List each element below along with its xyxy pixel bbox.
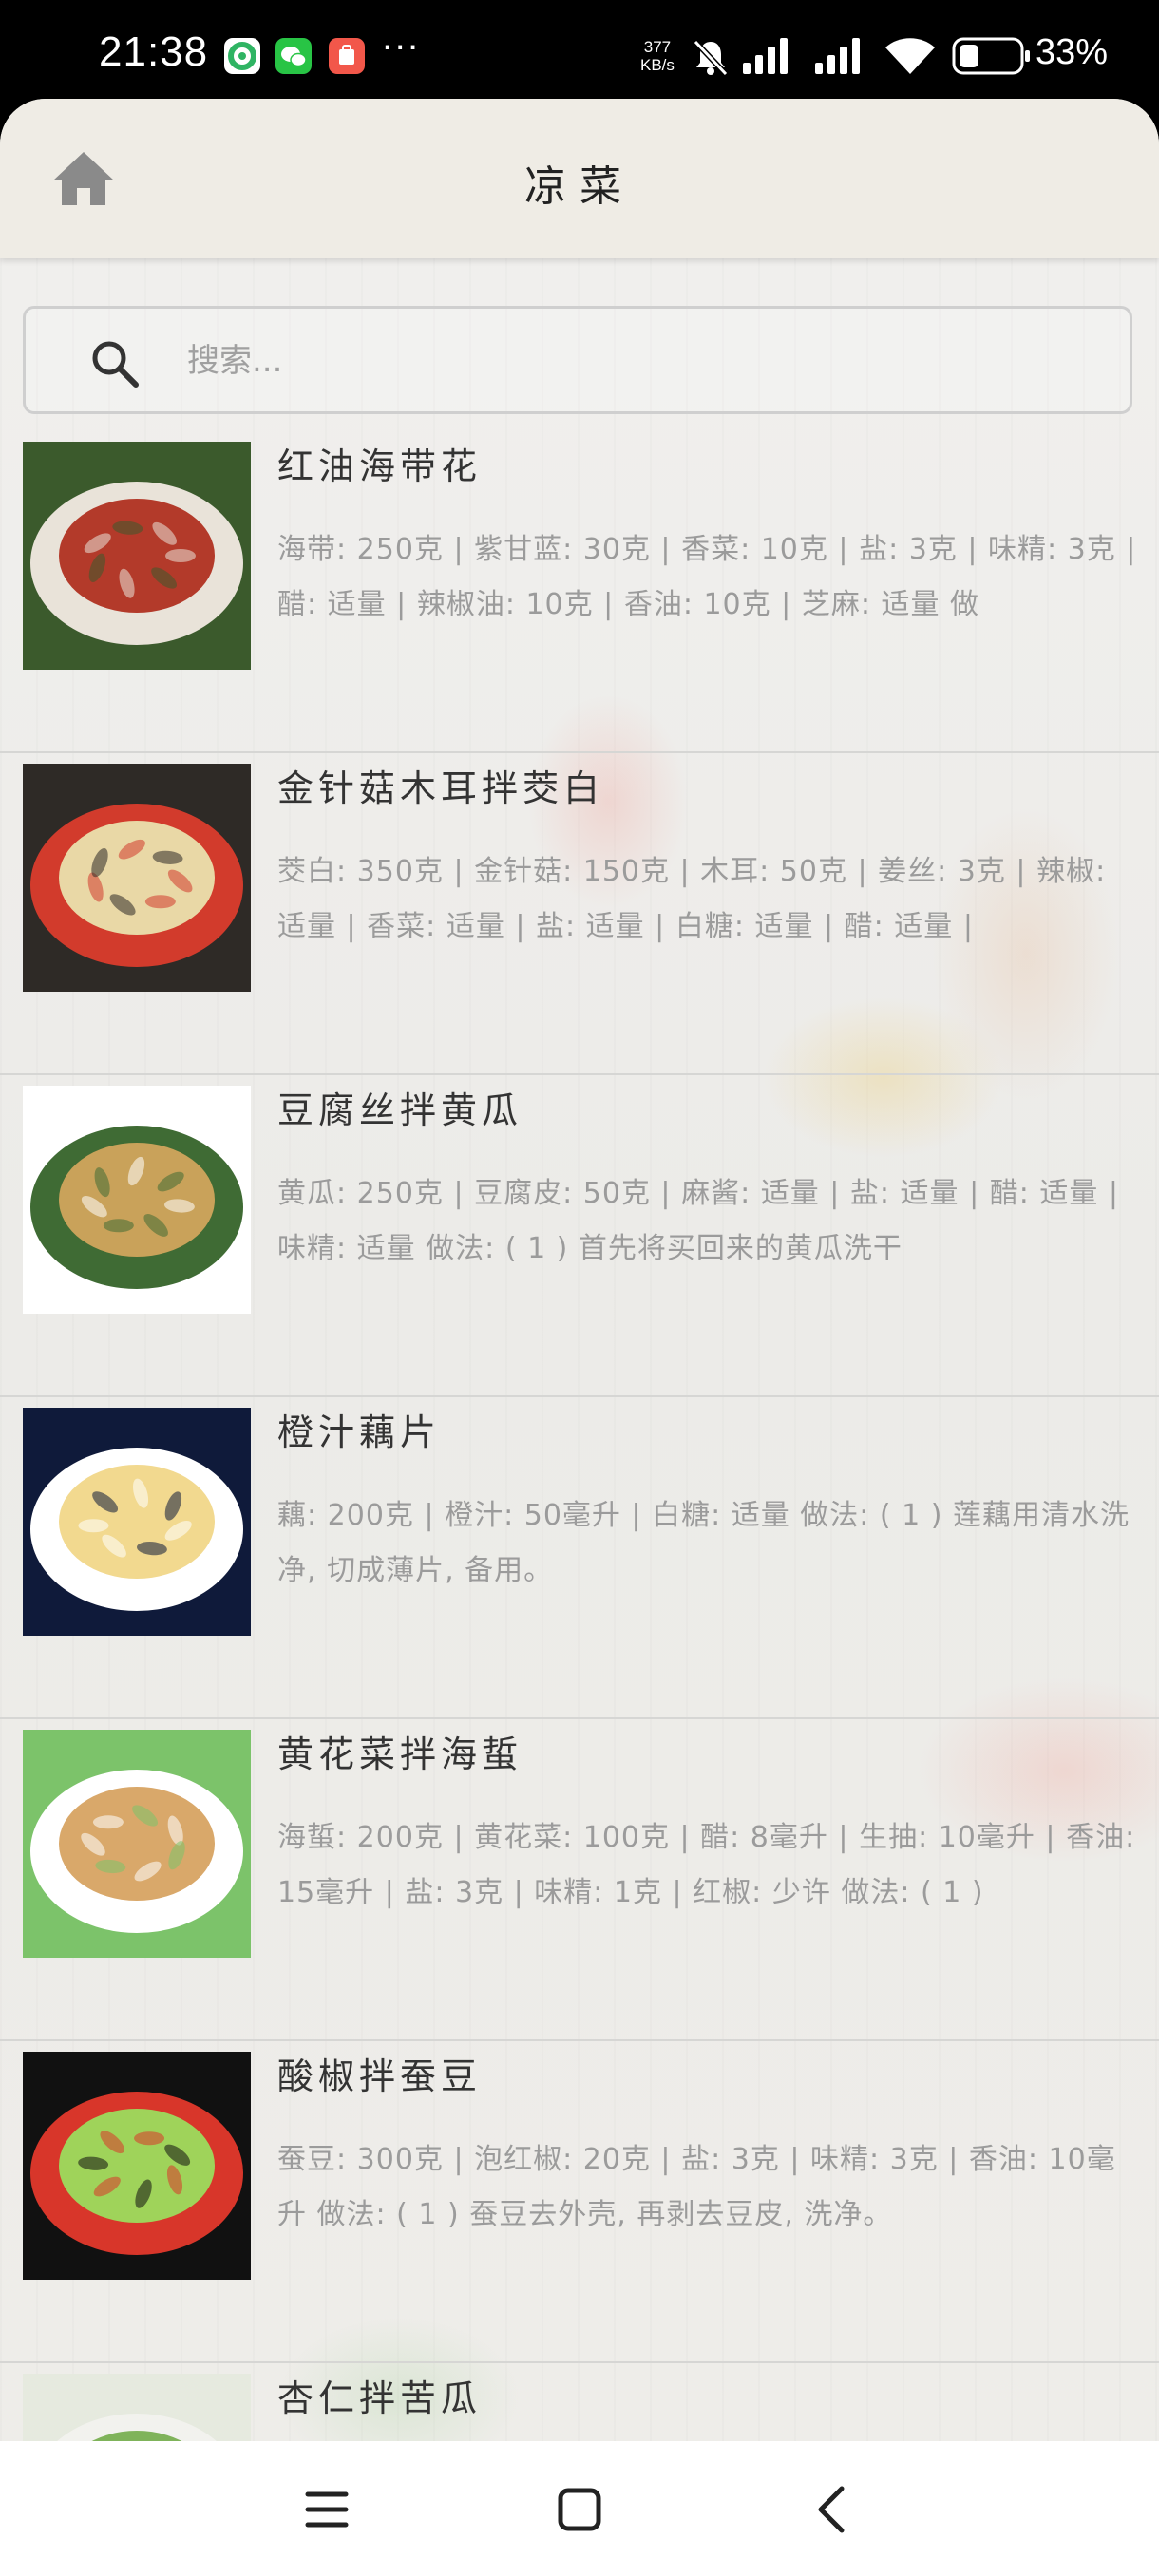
signal-1-icon [741, 36, 794, 80]
recipe-description: 茭白: 350克 | 金针菇: 150克 | 木耳: 50克 | 姜丝: 3克 … [277, 855, 1107, 943]
recipe-name: 黄花菜拌海蜇 [277, 1733, 523, 1775]
more-notifications: ··· [382, 28, 421, 67]
search-icon [92, 341, 139, 388]
recent-apps-button[interactable] [293, 2475, 361, 2544]
status-time: 21:38 [99, 28, 209, 75]
recipe-item[interactable]: 黄花菜拌海蜇海蜇: 200克 | 黄花菜: 100克 | 醋: 8毫升 | 生抽… [0, 1719, 1159, 2041]
recipe-thumbnail[interactable] [23, 442, 251, 670]
dish-image [23, 1730, 251, 1958]
home-nav-button[interactable] [545, 2475, 614, 2544]
app-header: 凉菜 [0, 99, 1159, 258]
recipe-thumbnail[interactable] [23, 2052, 251, 2280]
wechat-icon [276, 38, 312, 74]
recipe-item[interactable]: 金针菇木耳拌茭白茭白: 350克 | 金针菇: 150克 | 木耳: 50克 |… [0, 753, 1159, 1075]
dish-image [23, 2052, 251, 2280]
recipe-item[interactable]: 红油海带花海带: 250克 | 紫甘蓝: 30克 | 香菜: 10克 | 盐: … [0, 431, 1159, 753]
app-content: 凉菜 红油海带花海带: 250克 | 紫甘蓝: 30克 | 香菜: 10克 | … [0, 99, 1159, 2441]
mute-bell-icon [690, 36, 732, 82]
recipe-thumbnail[interactable] [23, 2374, 251, 2441]
app-red-icon [329, 38, 365, 74]
recipe-name: 杏仁拌苦瓜 [277, 2377, 483, 2419]
search-input[interactable] [185, 328, 1101, 394]
search-box[interactable] [23, 306, 1132, 414]
dish-image [23, 442, 251, 670]
page-title: 凉菜 [524, 162, 635, 211]
signal-2-icon [813, 36, 866, 80]
recipe-item[interactable]: 豆腐丝拌黄瓜黄瓜: 250克 | 豆腐皮: 50克 | 麻酱: 适量 | 盐: … [0, 1075, 1159, 1397]
back-icon [818, 2486, 845, 2533]
dish-image [23, 1408, 251, 1636]
recipe-name: 橙汁藕片 [277, 1411, 442, 1453]
recipe-item[interactable]: 橙汁藕片藕: 200克 | 橙汁: 50毫升 | 白糖: 适量 做法: ( 1 … [0, 1397, 1159, 1719]
dish-image [23, 764, 251, 992]
battery-percent: 33% [1036, 32, 1109, 72]
app-green-swirl-icon [224, 38, 260, 74]
menu-icon [305, 2491, 349, 2528]
network-speed: 377 KB/s [640, 38, 674, 74]
navigation-bar [0, 2441, 1159, 2576]
nav-home-icon [558, 2488, 601, 2531]
recipe-name: 红油海带花 [277, 445, 483, 487]
recipe-name: 酸椒拌蚕豆 [277, 2055, 483, 2097]
recipe-description: 黄瓜: 250克 | 豆腐皮: 50克 | 麻酱: 适量 | 盐: 适量 | 醋… [277, 1177, 1120, 1265]
recipe-item[interactable]: 杏仁拌苦瓜 [0, 2363, 1159, 2441]
phone-screen: 21:38 ··· 377 KB/s 33% 凉菜 搜索... 红油海带花 海带… [0, 0, 1159, 2576]
recipe-description: 海蜇: 200克 | 黄花菜: 100克 | 醋: 8毫升 | 生抽: 10毫升… [277, 1821, 1136, 1909]
recipe-description: 海带: 250克 | 紫甘蓝: 30克 | 香菜: 10克 | 盐: 3克 | … [277, 533, 1137, 621]
recipe-name: 豆腐丝拌黄瓜 [277, 1089, 523, 1131]
recipe-thumbnail[interactable] [23, 1408, 251, 1636]
recipe-item[interactable]: 酸椒拌蚕豆蚕豆: 300克 | 泡红椒: 20克 | 盐: 3克 | 味精: 3… [0, 2041, 1159, 2363]
back-button[interactable] [798, 2475, 866, 2544]
status-bar: 21:38 ··· 377 KB/s 33% [0, 0, 1159, 103]
dish-image [23, 2374, 251, 2441]
battery-icon [952, 36, 1032, 80]
recipe-name: 金针菇木耳拌茭白 [277, 767, 605, 809]
recipe-list: 红油海带花海带: 250克 | 紫甘蓝: 30克 | 香菜: 10克 | 盐: … [0, 431, 1159, 2441]
recipe-description: 藕: 200克 | 橙汁: 50毫升 | 白糖: 适量 做法: ( 1 ) 莲藕… [277, 1499, 1130, 1587]
dish-image [23, 1086, 251, 1314]
recipe-thumbnail[interactable] [23, 1086, 251, 1314]
recipe-thumbnail[interactable] [23, 1730, 251, 1958]
recipe-description: 蚕豆: 300克 | 泡红椒: 20克 | 盐: 3克 | 味精: 3克 | 香… [277, 2143, 1116, 2231]
wifi-icon [884, 34, 937, 80]
recipe-thumbnail[interactable] [23, 764, 251, 992]
